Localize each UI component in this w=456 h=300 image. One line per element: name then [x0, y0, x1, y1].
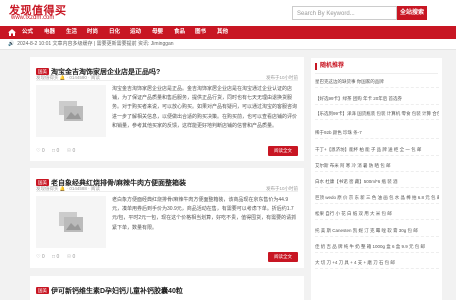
post-meta-left: 发现值得买 🔔 · 0144590 · 阅读 [36, 75, 100, 80]
nav-item-2[interactable]: 生活 [66, 26, 77, 39]
main-nav: 公式 电器 生活 时尚 日化 运动 母婴 食品 图书 其他 [0, 26, 456, 39]
post-tag[interactable]: 国美 [36, 287, 49, 295]
nav-item-8[interactable]: 图书 [195, 26, 206, 39]
sidebar-item[interactable]: 佳 奶 吉 品 牌 纯 牛 奶 整 箱 1000g 盒 6 盒 9.9 元 包 … [315, 241, 439, 253]
nav-item-0[interactable]: 公式 [22, 26, 33, 39]
post-time: 发布于10小时前 [265, 186, 298, 191]
post-meta-left: 发现值得买 🔔 · 0144588 · 阅读 [36, 186, 100, 191]
nav-item-9[interactable]: 其他 [217, 26, 228, 39]
like-count[interactable]: ♡ 0 [36, 252, 45, 262]
post-excerpt: 老白象方便面经典红烧排骨/麻辣牛肉方便面整箱装，该商品现在京东售价为44.9元，… [112, 197, 297, 231]
post-title[interactable]: 伊可新钙维生素D孕妇钙儿童补钙胶囊40粒 [51, 286, 183, 296]
image-placeholder-icon [59, 212, 83, 232]
nav-item-3[interactable]: 时尚 [87, 26, 98, 39]
sidebar-item[interactable]: 星巴克这边的缺货事 你国家的品牌 [315, 76, 439, 88]
speaker-icon: 🔊 [8, 41, 15, 47]
sidebar-heading: 随机推荐 [315, 63, 344, 70]
site-header: 发现值得买 www.fxzdm.com Search By Keyword...… [0, 0, 456, 26]
ticker-date: 2024-8-2 10:01 [17, 41, 52, 47]
sidebar-divider [315, 73, 438, 74]
post-footer: ♡ 0 □ 0 ☉ 0 阅读全文 [36, 252, 298, 262]
sidebar-item[interactable]: 【乐选到99卡】泽泽 国货瓶装 包装 计算机 零食 包装 计算 合包 28元 [315, 108, 439, 120]
comment-count[interactable]: □ 0 [52, 252, 59, 262]
read-more-button[interactable]: 阅读全文 [268, 146, 298, 156]
post-time: 发布于10小时前 [265, 75, 298, 80]
post-excerpt: 淘宝金吉淘饰家居企业店是正品。金吉淘饰家居企业店是在淘宝通过企业认证的店铺，为了… [112, 86, 298, 129]
sidebar-item[interactable]: 托 美 斯 Canesten 凯 妮 汀 克 霉 唑 软 膏 30g 包 邮 [315, 225, 439, 237]
sidebar-item[interactable]: 巨顶 wedo 原 价 京 东 新 三 色 油 画 包 水 晶 棒 拍 6.8 … [315, 192, 439, 204]
like-count[interactable]: ♡ 0 [36, 146, 45, 156]
nav-item-7[interactable]: 食品 [174, 26, 185, 39]
post-card: 国美 淘宝金吉淘饰家居企业店是正品吗? 发现值得买 🔔 · 0144590 · 阅… [30, 57, 304, 161]
site-logo-url[interactable]: www.fxzdm.com [11, 15, 54, 21]
read-more-button[interactable]: 阅读全文 [268, 252, 298, 262]
sidebar-item[interactable]: 艾尔斯 布米 阿 寒 冷 消 暑 防 晒 包 邮 [315, 160, 439, 172]
post-footer: ♡ 0 □ 0 ☉ 0 阅读全文 [36, 146, 298, 156]
post-thumbnail[interactable] [36, 196, 106, 248]
sidebar-item[interactable]: 【好选99卡】绿茶 团购 年卡 20年后 首选券 [315, 93, 439, 105]
search-button[interactable]: 全站搜索 [397, 6, 427, 20]
view-count: ☉ 0 [66, 148, 76, 154]
home-icon[interactable] [8, 29, 16, 36]
sidebar-item[interactable]: 大 切 刀 +4 刀 具 + 4 支 + 磨 刀 石 包 邮 [315, 257, 439, 269]
nav-item-4[interactable]: 日化 [109, 26, 120, 39]
sidebar-item[interactable]: 千丁+【恩济坊】能杯 柏 能 子 品 牌 送 柜 全 一 包 邮 [315, 144, 439, 156]
nav-item-1[interactable]: 电器 [44, 26, 55, 39]
comment-count[interactable]: □ 0 [52, 146, 59, 156]
sidebar-item[interactable]: 白水 杜康【书诺 窖 藏】500ml*6 瓶 装 酒 [315, 176, 439, 188]
post-card: 国美 老自象经典红烧排骨/麻辣牛肉方便面整箱装 发现值得买 🔔 · 0144588… [30, 168, 304, 268]
sidebar-random-recommend: 随机推荐 星巴克这边的缺货事 你国家的品牌 【好选99卡】绿茶 团购 年卡 20… [311, 58, 442, 300]
search-input[interactable]: Search By Keyword... [292, 6, 397, 20]
sidebar-item[interactable]: 稀于92b 颜色 珍珠 条-7 [315, 127, 439, 139]
sidebar-item[interactable]: 松果 自行 小 花 白 纸 双 用 大 米 包 邮 [315, 208, 439, 220]
post-thumbnail[interactable] [36, 85, 106, 137]
nav-item-5[interactable]: 运动 [130, 26, 141, 39]
post-card: 国美 伊可新钙维生素D孕妇钙儿童补钙胶囊40粒 [30, 276, 304, 300]
image-placeholder-icon [59, 101, 83, 121]
post-meta: 发现值得买 🔔 · 0144588 · 阅读 发布于10小时前 [36, 185, 298, 192]
ticker-text[interactable]: 文章内容多级缓存 | 需要更新需要提前 资讯: Jiminggan [53, 41, 174, 47]
news-ticker: 🔊 2024-8-2 10:01 文章内容多级缓存 | 需要更新需要提前 资讯: … [0, 39, 456, 50]
view-count: ☉ 0 [66, 254, 76, 260]
post-meta: 发现值得买 🔔 · 0144590 · 阅读 发布于10小时前 [36, 74, 298, 81]
nav-item-6[interactable]: 母婴 [152, 26, 163, 39]
